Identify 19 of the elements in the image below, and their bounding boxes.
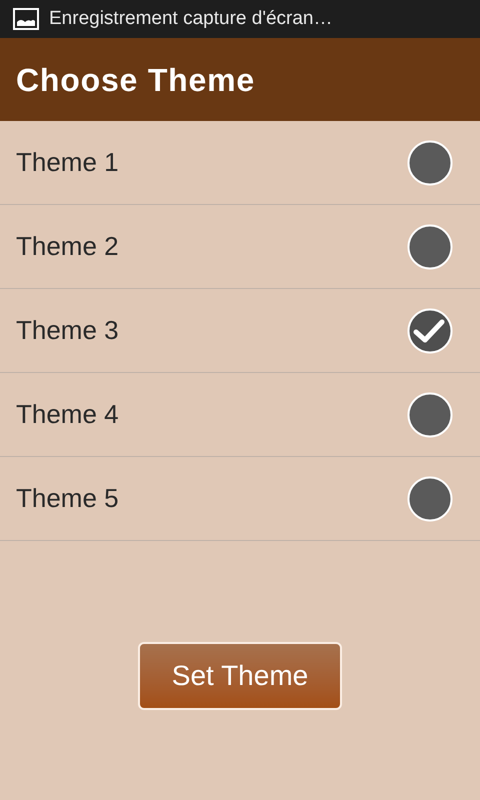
app-title: Choose Theme — [16, 60, 255, 100]
checked-radio-icon[interactable] — [407, 308, 453, 354]
radio-icon[interactable] — [407, 140, 453, 186]
theme-label: Theme 4 — [16, 398, 119, 431]
theme-label: Theme 2 — [16, 230, 119, 263]
theme-row[interactable]: Theme 5 — [0, 457, 480, 541]
image-icon — [13, 8, 39, 30]
theme-row[interactable]: Theme 3 — [0, 289, 480, 373]
theme-row[interactable]: Theme 2 — [0, 205, 480, 289]
theme-label: Theme 5 — [16, 482, 119, 515]
theme-row[interactable]: Theme 1 — [0, 121, 480, 205]
radio-icon[interactable] — [407, 476, 453, 522]
theme-label: Theme 3 — [16, 314, 119, 347]
radio-icon[interactable] — [407, 392, 453, 438]
notification-text: Enregistrement capture d'écran… — [49, 6, 332, 31]
set-theme-button[interactable]: Set Theme — [138, 642, 342, 710]
theme-row[interactable]: Theme 4 — [0, 373, 480, 457]
theme-label: Theme 1 — [16, 146, 119, 179]
radio-icon[interactable] — [407, 224, 453, 270]
